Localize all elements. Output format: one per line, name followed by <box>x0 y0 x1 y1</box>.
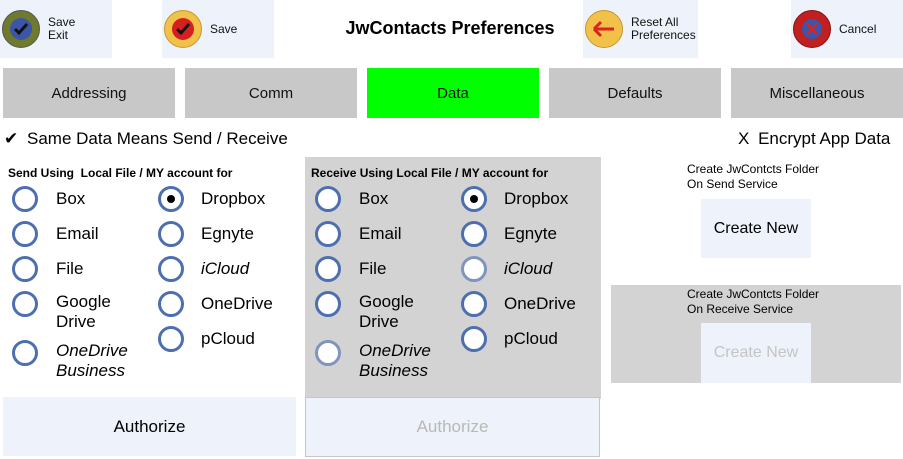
tab-miscellaneous[interactable]: Miscellaneous <box>731 68 903 118</box>
receive-radio-google-drive[interactable] <box>315 291 341 317</box>
receive-radio-dropbox[interactable] <box>461 186 487 212</box>
receive-radio-egnyte[interactable] <box>461 221 487 247</box>
tab-defaults[interactable]: Defaults <box>549 68 721 118</box>
send-option-onedrive-business: OneDrive Business <box>56 341 128 380</box>
send-option-pcloud: pCloud <box>201 329 255 348</box>
send-option-onedrive: OneDrive <box>201 294 273 313</box>
back-arrow-icon <box>585 10 623 48</box>
cancel-icon <box>793 10 831 48</box>
send-authorize-button[interactable]: Authorize <box>3 397 296 456</box>
receive-option-email: Email <box>359 224 402 243</box>
save-exit-label: Save Exit <box>48 15 76 42</box>
receive-folder-text: Create JwContcts Folder On Receive Servi… <box>687 287 820 316</box>
receive-radio-icloud[interactable] <box>461 256 487 282</box>
send-radio-egnyte[interactable] <box>158 221 184 247</box>
send-radio-onedrive-business[interactable] <box>12 340 38 366</box>
send-radio-pcloud[interactable] <box>158 326 184 352</box>
cancel-label: Cancel <box>839 21 877 36</box>
receive-radio-pcloud[interactable] <box>461 326 487 352</box>
receive-radio-email[interactable] <box>315 221 341 247</box>
tab-data[interactable]: Data <box>367 68 539 118</box>
send-radio-file[interactable] <box>12 256 38 282</box>
send-option-icloud: iCloud <box>201 259 250 278</box>
tab-comm[interactable]: Comm <box>185 68 357 118</box>
save-icon <box>164 10 202 48</box>
send-radio-dropbox[interactable] <box>158 186 184 212</box>
receive-option-egnyte: Egnyte <box>504 224 557 243</box>
same-data-toggle[interactable]: ✔ Same Data Means Send / Receive <box>4 129 288 149</box>
receive-option-onedrive-business: OneDrive Business <box>359 341 431 380</box>
encrypt-label: Encrypt App Data <box>758 129 891 148</box>
send-radio-google-drive[interactable] <box>12 291 38 317</box>
receive-authorize-button[interactable]: Authorize <box>305 397 600 457</box>
same-data-label: Same Data Means Send / Receive <box>26 129 288 148</box>
reset-label: Reset All Preferences <box>631 15 696 42</box>
save-exit-icon <box>2 10 40 48</box>
receive-option-box: Box <box>359 189 389 208</box>
receive-option-icloud: iCloud <box>504 259 553 278</box>
reset-all-preferences-button[interactable]: Reset All Preferences <box>583 0 698 58</box>
receive-create-new-button[interactable]: Create New <box>701 323 811 383</box>
receive-option-file: File <box>359 259 387 278</box>
send-radio-icloud[interactable] <box>158 256 184 282</box>
save-exit-button[interactable]: Save Exit <box>0 0 112 58</box>
send-option-egnyte: Egnyte <box>201 224 254 243</box>
cross-mark-icon: X <box>738 129 750 148</box>
checkmark-icon: ✔ <box>4 129 19 148</box>
receive-radio-onedrive-business[interactable] <box>315 340 341 366</box>
send-option-email: Email <box>56 224 99 243</box>
save-label: Save <box>210 21 238 36</box>
page-title: JwContacts Preferences <box>345 18 555 38</box>
encrypt-toggle[interactable]: X Encrypt App Data <box>738 129 890 149</box>
send-folder-text: Create JwContcts Folder On Send Service <box>687 162 820 191</box>
send-option-dropbox: Dropbox <box>201 189 266 208</box>
send-create-new-button[interactable]: Create New <box>701 199 811 258</box>
send-option-box: Box <box>56 189 86 208</box>
receive-option-pcloud: pCloud <box>504 329 558 348</box>
receive-option-google-drive: Google Drive <box>359 292 414 331</box>
send-heading: Send Using Local File / MY account for <box>8 166 233 180</box>
receive-radio-box[interactable] <box>315 186 341 212</box>
tab-addressing[interactable]: Addressing <box>3 68 175 118</box>
send-radio-onedrive[interactable] <box>158 291 184 317</box>
send-option-file: File <box>56 259 84 278</box>
send-radio-email[interactable] <box>12 221 38 247</box>
receive-radio-onedrive[interactable] <box>461 291 487 317</box>
send-radio-box[interactable] <box>12 186 38 212</box>
receive-radio-file[interactable] <box>315 256 341 282</box>
receive-option-dropbox: Dropbox <box>504 189 569 208</box>
receive-option-onedrive: OneDrive <box>504 294 576 313</box>
receive-heading: Receive Using Local File / MY account fo… <box>311 166 549 180</box>
save-button[interactable]: Save <box>162 0 274 58</box>
send-option-google-drive: Google Drive <box>56 292 111 331</box>
cancel-button[interactable]: Cancel <box>791 0 903 58</box>
